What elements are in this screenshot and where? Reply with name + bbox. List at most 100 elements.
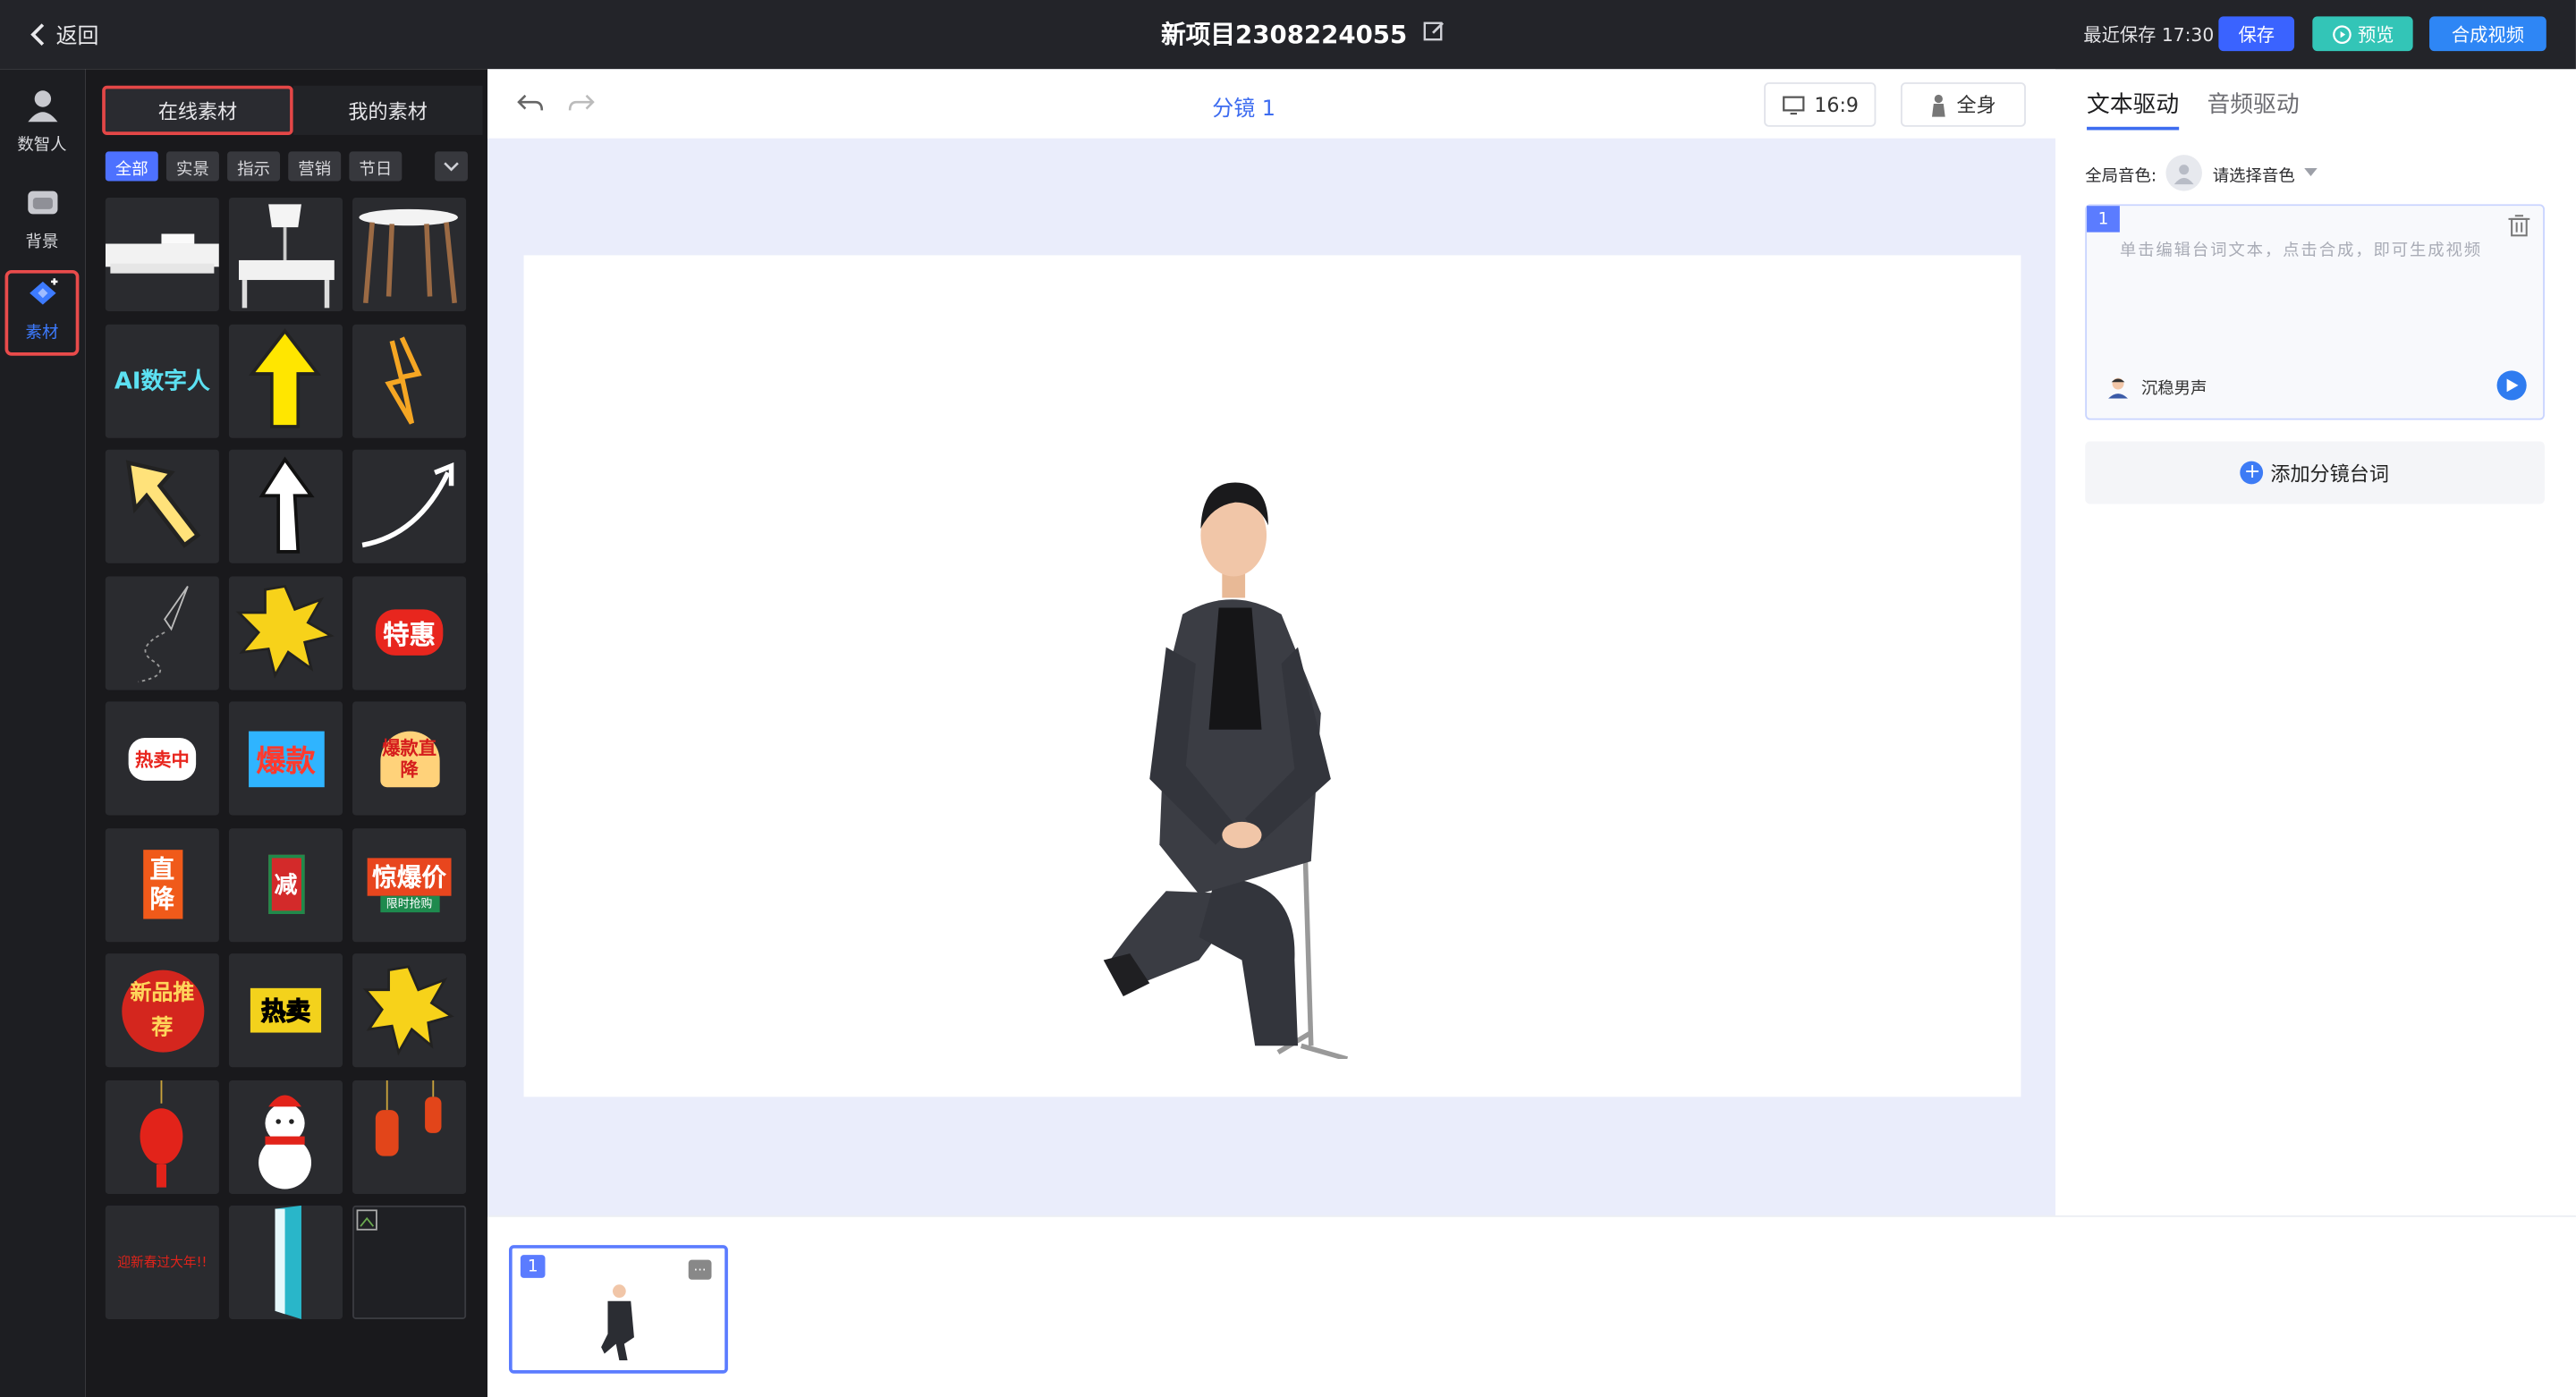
material-tile-white-arrow[interactable] xyxy=(228,449,343,563)
voice-name: 沉稳男声 xyxy=(2140,380,2207,399)
material-tile-jian[interactable]: 减 xyxy=(228,827,343,942)
add-line-label: 添加分镜台词 xyxy=(2270,461,2389,486)
material-tile-ai-text[interactable]: AI数字人 xyxy=(105,323,219,437)
play-circle-icon xyxy=(2332,24,2351,44)
undo-icon[interactable] xyxy=(515,89,545,118)
play-audio-button[interactable] xyxy=(2496,370,2527,401)
new-recommend-label: 新品推荐 xyxy=(121,969,204,1052)
nav-material[interactable]: 素材 xyxy=(4,269,80,356)
material-tile-re-mai[interactable]: 热卖 xyxy=(228,953,343,1068)
project-title: 新项目2308224055 xyxy=(1161,16,1446,51)
add-shot-line-button[interactable]: + 添加分镜台词 xyxy=(2085,441,2545,504)
chip-holiday[interactable]: 节日 xyxy=(349,151,402,182)
tab-my-materials[interactable]: 我的素材 xyxy=(292,85,483,135)
jian-label: 减 xyxy=(267,854,304,914)
shot-thumbnail[interactable]: 1 ··· xyxy=(508,1245,728,1374)
chip-all[interactable]: 全部 xyxy=(105,151,158,182)
back-button[interactable]: 返回 xyxy=(30,18,99,50)
material-tile-lightning-arrow[interactable] xyxy=(352,323,467,437)
material-panel: 在线素材 我的素材 全部 实景 指示 营销 节日 AI数字人 特惠 热卖中 爆款… xyxy=(85,69,488,1397)
script-panel: 文本驱动 音频驱动 全局音色: 请选择音色 1 单击编辑台词文本，点击合成，即可… xyxy=(2055,69,2576,1215)
material-tile-broken-image[interactable] xyxy=(352,1205,467,1319)
nav-background[interactable]: 背景 xyxy=(5,176,80,262)
nav-background-label: 背景 xyxy=(25,233,59,252)
jing-bao-jia-label: 惊爆价 xyxy=(367,857,452,895)
tab-online-label: 在线素材 xyxy=(157,99,238,123)
card-number-badge: 1 xyxy=(2087,206,2120,233)
back-label: 返回 xyxy=(55,24,99,50)
project-title-text: 新项目2308224055 xyxy=(1161,20,1408,50)
edit-icon[interactable] xyxy=(1424,19,1447,48)
full-body-button[interactable]: 全身 xyxy=(1900,82,2026,127)
material-tile-lanterns-pair[interactable] xyxy=(352,1080,467,1194)
material-tile-bao-kuan-zhijiang[interactable]: 爆款直降 xyxy=(352,701,467,816)
material-tile-panel-cyan[interactable] xyxy=(228,1205,343,1319)
trash-icon[interactable] xyxy=(2508,214,2530,237)
digital-human-icon xyxy=(27,90,57,123)
material-grid: AI数字人 特惠 热卖中 爆款 爆款直降 直降 减 惊爆价 限时抢购 新品推荐 … xyxy=(105,197,471,1319)
material-tile-jing-bao-jia[interactable]: 惊爆价 限时抢购 xyxy=(352,827,467,942)
nav-digital-human-label: 数智人 xyxy=(17,136,67,156)
zhi-jiang-label: 直降 xyxy=(142,850,182,919)
chip-indicator[interactable]: 指示 xyxy=(227,151,281,182)
app-root: 返回 新项目2308224055 最近保存 17:30 保存 预览 合成视频 数… xyxy=(0,0,2576,1397)
person-icon xyxy=(1931,93,1945,116)
save-label: 保存 xyxy=(2238,23,2275,46)
left-nav: 数智人 背景 素材 xyxy=(0,69,86,1397)
chip-marketing[interactable]: 营销 xyxy=(288,151,342,182)
caret-down-icon[interactable] xyxy=(2304,167,2318,178)
material-tile-yellow-arrow[interactable] xyxy=(228,323,343,437)
nav-digital-human[interactable]: 数智人 xyxy=(5,79,80,165)
voice-tag[interactable]: 沉稳男声 xyxy=(2106,374,2207,399)
material-tile-hot-selling[interactable]: 热卖中 xyxy=(105,701,219,816)
voice-select[interactable]: 请选择音色 xyxy=(2213,161,2295,185)
background-icon xyxy=(27,190,57,215)
shot-title: 分镜 1 xyxy=(1212,97,1275,123)
user-avatar-icon xyxy=(2174,165,2195,185)
male-avatar-icon xyxy=(2107,377,2129,398)
last-saved-time: 最近保存 17:30 xyxy=(2083,24,2215,47)
aspect-ratio-label: 16:9 xyxy=(1814,93,1859,116)
more-categories-button[interactable] xyxy=(435,151,468,182)
material-tile-snowman[interactable] xyxy=(228,1080,343,1194)
material-icon xyxy=(29,278,57,305)
ai-text-label: AI数字人 xyxy=(114,368,210,395)
aspect-ratio-button[interactable]: 16:9 xyxy=(1764,82,1877,127)
global-voice-label: 全局音色: xyxy=(2085,166,2157,186)
material-tile-today-recommend-2[interactable] xyxy=(352,953,467,1068)
more-icon[interactable]: ··· xyxy=(688,1259,712,1280)
save-button[interactable]: 保存 xyxy=(2218,16,2295,52)
tab-audio-driven[interactable]: 音频驱动 xyxy=(2207,88,2299,121)
hot-selling-label: 热卖中 xyxy=(128,737,197,780)
tab-text-driven[interactable]: 文本驱动 xyxy=(2087,88,2180,131)
preview-canvas[interactable] xyxy=(523,255,2021,1097)
play-icon xyxy=(2506,378,2519,393)
preview-button[interactable]: 预览 xyxy=(2312,16,2413,52)
material-tile-special-offer[interactable]: 特惠 xyxy=(352,575,467,690)
digital-human-figure[interactable] xyxy=(1100,466,1413,1060)
material-tile-desk[interactable] xyxy=(105,197,219,312)
script-textarea[interactable]: 单击编辑台词文本，点击合成，即可生成视频 xyxy=(2120,239,2515,264)
chip-real-scene[interactable]: 实景 xyxy=(165,151,219,182)
material-tile-round-table[interactable] xyxy=(352,197,467,312)
material-tile-curve-arrow[interactable] xyxy=(352,449,467,563)
bao-kuan-label: 爆款 xyxy=(248,730,324,787)
material-tile-zhi-jiang[interactable]: 直降 xyxy=(105,827,219,942)
material-tile-today-recommend[interactable] xyxy=(228,575,343,690)
material-tile-lamp-table[interactable] xyxy=(228,197,343,312)
nav-material-label: 素材 xyxy=(25,324,59,343)
chevron-down-icon xyxy=(444,161,459,171)
material-tile-paper-plane[interactable] xyxy=(105,575,219,690)
compose-video-button[interactable]: 合成视频 xyxy=(2429,16,2546,52)
script-card: 1 单击编辑台词文本，点击合成，即可生成视频 沉稳男声 xyxy=(2085,204,2545,420)
new-year-text-label: 迎新春过大年!! xyxy=(117,1255,208,1270)
thumb-figure xyxy=(601,1284,634,1360)
shot-timeline: 1 ··· xyxy=(487,1215,2576,1397)
material-tile-new-recommend[interactable]: 新品推荐 xyxy=(105,953,219,1068)
redo-icon[interactable] xyxy=(566,89,596,118)
material-tile-bao-kuan[interactable]: 爆款 xyxy=(228,701,343,816)
tab-online-materials[interactable]: 在线素材 xyxy=(102,85,293,135)
material-tile-lantern[interactable] xyxy=(105,1080,219,1194)
material-tile-new-year-text[interactable]: 迎新春过大年!! xyxy=(105,1205,219,1319)
material-tile-cursor-arrow[interactable] xyxy=(105,449,219,563)
